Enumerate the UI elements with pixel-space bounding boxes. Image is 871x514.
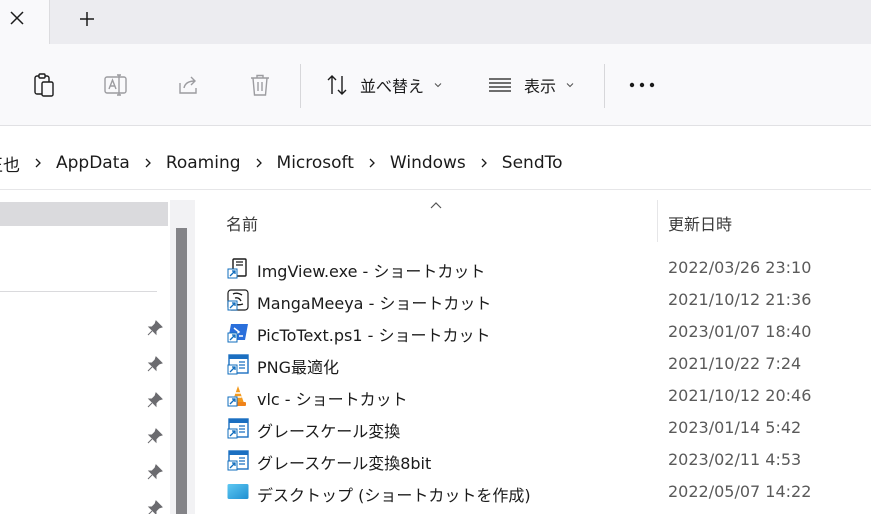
chevron-right-icon[interactable] bbox=[254, 157, 264, 169]
nav-item-selected[interactable] bbox=[0, 202, 168, 226]
address-bar[interactable]: 正也 AppData Roaming Microsoft Windows Sen… bbox=[0, 138, 871, 190]
file-date: 2023/01/07 18:40 bbox=[668, 322, 812, 341]
trash-icon[interactable] bbox=[246, 71, 274, 99]
pin-icon[interactable] bbox=[147, 356, 163, 372]
chevron-right-icon[interactable] bbox=[143, 157, 153, 169]
column-header-date[interactable]: 更新日時 bbox=[668, 211, 732, 235]
mangameeya-icon bbox=[227, 289, 249, 311]
share-icon[interactable] bbox=[174, 71, 202, 99]
desktop-icon bbox=[227, 484, 249, 499]
file-row[interactable]: ImgView.exe - ショートカット 2022/03/26 23:10 bbox=[197, 253, 871, 285]
column-divider[interactable] bbox=[657, 200, 658, 242]
close-icon[interactable] bbox=[6, 7, 28, 29]
file-name: MangaMeeya - ショートカット bbox=[257, 294, 492, 313]
breadcrumb-item-current[interactable]: SendTo bbox=[502, 153, 563, 173]
file-row[interactable]: PNG最適化 2021/10/22 7:24 bbox=[197, 349, 871, 381]
file-name: デスクトップ (ショートカットを作成) bbox=[257, 486, 531, 505]
active-tab[interactable] bbox=[0, 0, 50, 44]
file-name: グレースケール変換 bbox=[257, 422, 401, 441]
chevron-down-icon bbox=[434, 83, 442, 88]
clipboard-icon[interactable] bbox=[30, 71, 58, 99]
file-name: PicToText.ps1 - ショートカット bbox=[257, 326, 491, 345]
breadcrumb-item[interactable]: 正也 bbox=[0, 151, 20, 176]
toolbar-separator bbox=[604, 64, 605, 108]
file-name: グレースケール変換8bit bbox=[257, 454, 432, 473]
breadcrumb-item[interactable]: Microsoft bbox=[277, 153, 354, 173]
scrollbar-thumb[interactable] bbox=[176, 228, 187, 514]
file-row[interactable]: グレースケール変換8bit 2023/02/11 4:53 bbox=[197, 445, 871, 477]
chevron-right-icon[interactable] bbox=[33, 157, 43, 169]
pin-icon[interactable] bbox=[147, 464, 163, 480]
rename-icon[interactable] bbox=[102, 71, 130, 99]
file-date: 2021/10/12 20:46 bbox=[668, 386, 812, 405]
vlc-icon bbox=[227, 386, 246, 407]
file-name: vlc - ショートカット bbox=[257, 390, 408, 409]
more-icon[interactable] bbox=[628, 71, 656, 99]
pin-icon[interactable] bbox=[147, 500, 163, 514]
pin-icon[interactable] bbox=[147, 320, 163, 336]
file-date: 2022/03/26 23:10 bbox=[668, 258, 812, 277]
navigation-pane bbox=[0, 190, 196, 514]
pin-icon[interactable] bbox=[147, 392, 163, 408]
breadcrumb-item[interactable]: AppData bbox=[56, 153, 130, 173]
breadcrumb: 正也 AppData Roaming Microsoft Windows Sen… bbox=[0, 151, 563, 176]
file-date: 2023/01/14 5:42 bbox=[668, 418, 802, 437]
chevron-right-icon[interactable] bbox=[367, 157, 377, 169]
shortcut-icon bbox=[227, 354, 249, 375]
sort-icon bbox=[327, 75, 347, 95]
sort-ascending-icon bbox=[430, 202, 442, 209]
powershell-icon bbox=[227, 324, 248, 343]
file-row[interactable]: vlc - ショートカット 2021/10/12 20:46 bbox=[197, 381, 871, 413]
file-row[interactable]: デスクトップ (ショートカットを作成) 2022/05/07 14:22 bbox=[197, 477, 871, 509]
sort-button[interactable]: 並べ替え bbox=[325, 70, 443, 100]
plus-icon[interactable] bbox=[76, 8, 98, 30]
app-shortcut-icon bbox=[227, 258, 247, 279]
file-list: 名前 更新日時 ImgView.exe - ショートカット 2022/03/26… bbox=[197, 190, 871, 514]
chevron-down-icon bbox=[566, 83, 574, 88]
pin-icon[interactable] bbox=[147, 428, 163, 444]
shortcut-icon bbox=[227, 450, 249, 471]
sort-label: 並べ替え bbox=[360, 77, 425, 96]
file-name: PNG最適化 bbox=[257, 358, 340, 377]
file-row[interactable]: グレースケール変換 2023/01/14 5:42 bbox=[197, 413, 871, 445]
file-date: 2022/05/07 14:22 bbox=[668, 482, 812, 501]
nav-divider bbox=[0, 291, 157, 292]
breadcrumb-item[interactable]: Roaming bbox=[166, 153, 241, 173]
file-date: 2021/10/12 21:36 bbox=[668, 290, 812, 309]
shortcut-icon bbox=[227, 418, 249, 439]
command-bar: 並べ替え 表示 bbox=[0, 44, 871, 126]
view-list-icon bbox=[489, 78, 511, 92]
column-header-name[interactable]: 名前 bbox=[226, 211, 258, 235]
chevron-right-icon[interactable] bbox=[479, 157, 489, 169]
toolbar-separator bbox=[300, 64, 301, 108]
file-date: 2023/02/11 4:53 bbox=[668, 450, 802, 469]
file-row[interactable]: PicToText.ps1 - ショートカット 2023/01/07 18:40 bbox=[197, 317, 871, 349]
breadcrumb-item[interactable]: Windows bbox=[390, 153, 466, 173]
tab-strip bbox=[0, 0, 871, 44]
file-date: 2021/10/22 7:24 bbox=[668, 354, 802, 373]
file-name: ImgView.exe - ショートカット bbox=[257, 262, 486, 281]
view-label: 表示 bbox=[524, 77, 557, 96]
file-row[interactable]: MangaMeeya - ショートカット 2021/10/12 21:36 bbox=[197, 285, 871, 317]
view-button[interactable]: 表示 bbox=[487, 70, 575, 100]
